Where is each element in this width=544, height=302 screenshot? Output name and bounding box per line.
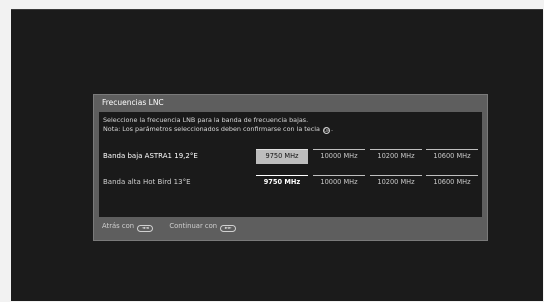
instruction-line-2-end: . (330, 124, 334, 133)
dialog-footer: Atrás con ◄◄ Continuar con ►► (102, 222, 250, 232)
back-hint[interactable]: Atrás con ◄◄ (102, 222, 154, 232)
low-band-option-9750[interactable]: 9750 MHz (256, 149, 308, 164)
high-band-option-9750[interactable]: 9750 MHz (256, 175, 308, 190)
rewind-key-icon: ◄◄ (137, 225, 154, 232)
high-band-label: Banda alta Hot Bird 13°E (103, 178, 191, 186)
back-label: Atrás con (102, 222, 135, 230)
low-band-option-10600[interactable]: 10600 MHz (426, 149, 478, 164)
fast-forward-key-icon: ►► (220, 225, 237, 232)
high-band-option-10000[interactable]: 10000 MHz (313, 175, 365, 190)
instruction-line-1: Seleccione la frecuencia LNB para la ban… (103, 116, 309, 124)
instruction-line-2: Nota: Los parámetros seleccionados deben… (103, 125, 333, 134)
high-band-option-10200[interactable]: 10200 MHz (370, 175, 422, 190)
lnb-frequency-dialog: Frecuencias LNC Seleccione la frecuencia… (93, 94, 488, 241)
low-band-label: Banda baja ASTRA1 19,2°E (103, 152, 198, 160)
ok-key-icon: OK (322, 126, 330, 134)
instruction-text: Seleccione la frecuencia LNB para la ban… (103, 116, 333, 134)
high-band-option-10600[interactable]: 10600 MHz (426, 175, 478, 190)
low-band-option-10200[interactable]: 10200 MHz (370, 149, 422, 164)
continue-label: Continuar con (169, 222, 218, 230)
tv-screen: Frecuencias LNC Seleccione la frecuencia… (11, 9, 543, 301)
dialog-title: Frecuencias LNC (102, 98, 164, 107)
low-band-row[interactable]: Banda baja ASTRA1 19,2°E 9750 MHz 10000 … (103, 149, 482, 165)
instruction-line-2-text: Nota: Los parámetros seleccionados deben… (103, 124, 320, 133)
high-band-row[interactable]: Banda alta Hot Bird 13°E 9750 MHz 10000 … (103, 175, 482, 191)
continue-hint[interactable]: Continuar con ►► (169, 222, 237, 232)
dialog-body: Seleccione la frecuencia LNB para la ban… (99, 112, 482, 217)
low-band-option-10000[interactable]: 10000 MHz (313, 149, 365, 164)
